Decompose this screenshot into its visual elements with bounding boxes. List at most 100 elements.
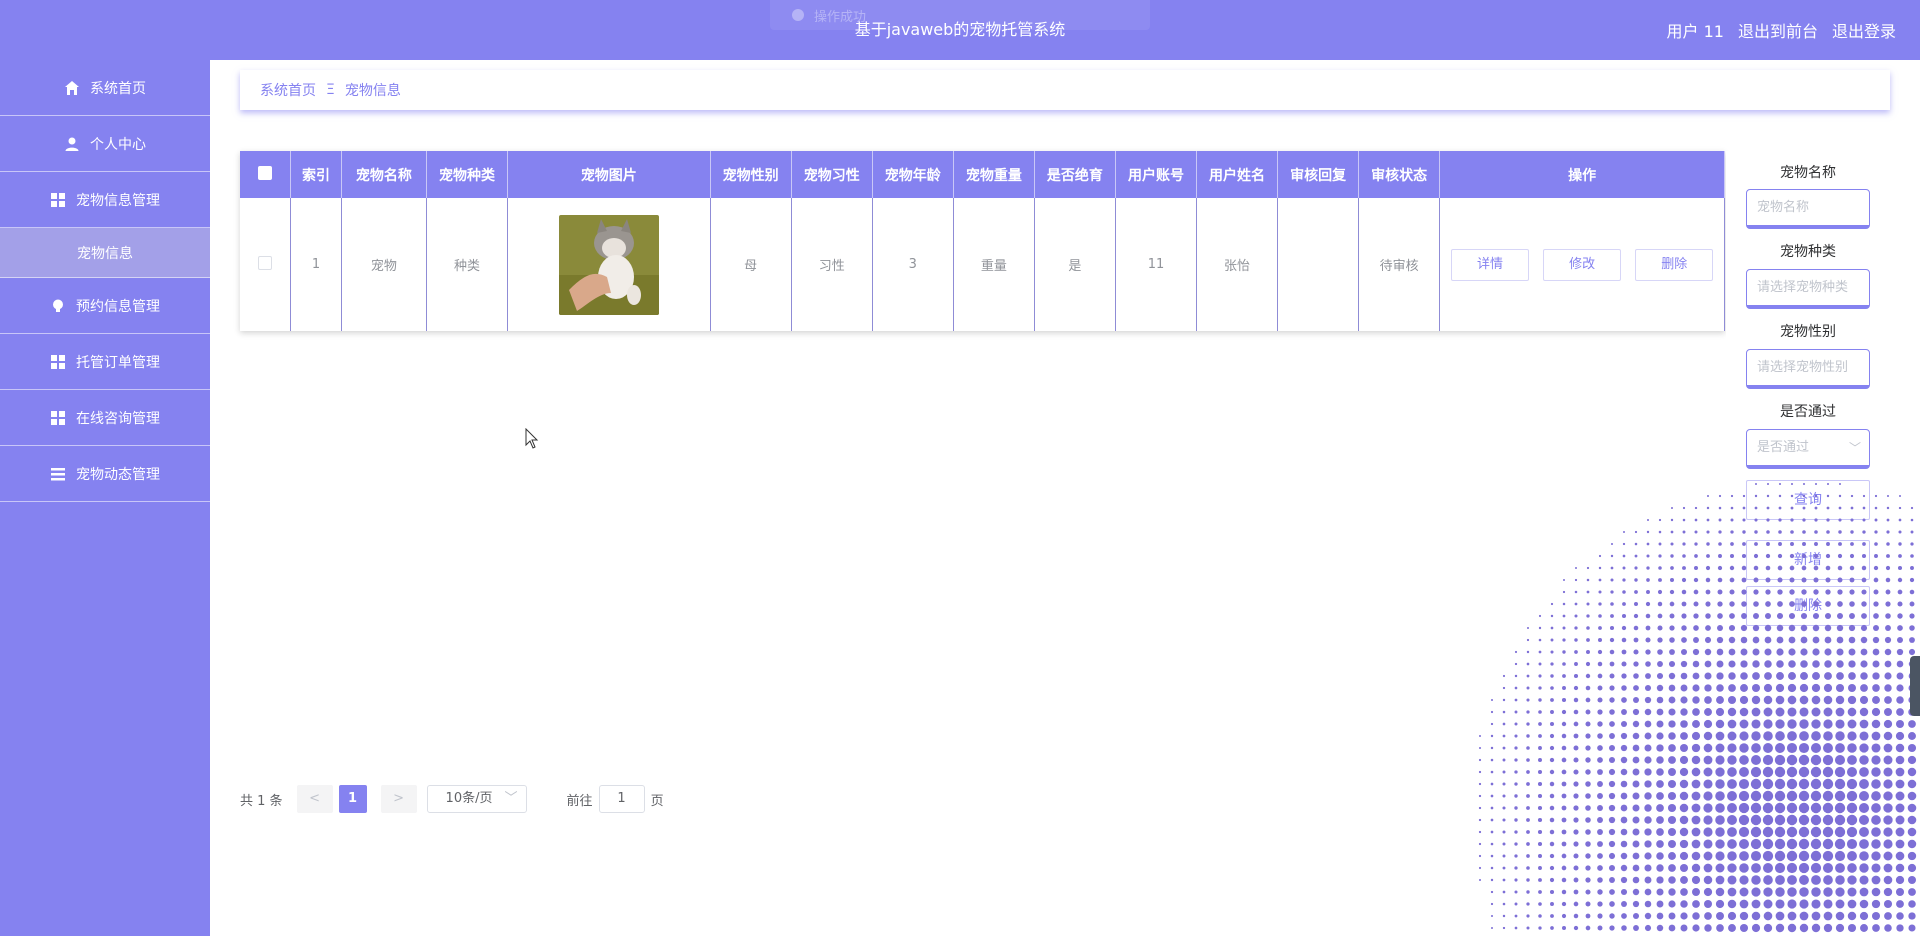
goto-prefix: 前往 <box>566 793 593 809</box>
decorative-dot <box>1573 757 1579 763</box>
sidebar-item-pet-info-mgmt[interactable]: 宠物信息管理 <box>0 172 210 228</box>
decorative-dot <box>1859 851 1869 861</box>
decorative-dot <box>1526 782 1530 786</box>
decorative-dot <box>1822 754 1834 766</box>
decorative-dot <box>1502 806 1506 810</box>
decorative-dot <box>1490 830 1494 834</box>
decorative-dot <box>1573 829 1579 835</box>
column-header: 宠物图片 <box>507 151 711 198</box>
decorative-dot <box>1692 924 1700 932</box>
breadcrumb-home-link[interactable]: 系统首页 <box>260 80 316 100</box>
prev-page-button[interactable]: < <box>296 785 333 813</box>
decorative-dot <box>1859 779 1869 789</box>
back-to-front-link[interactable]: 退出到前台 <box>1738 18 1818 42</box>
decorative-dot <box>1609 925 1615 931</box>
goto-page-input[interactable]: 1 <box>598 785 645 813</box>
decorative-dot <box>1597 913 1603 919</box>
decorative-dot <box>1883 767 1893 777</box>
decorative-dot <box>1514 890 1518 894</box>
decorative-dot <box>1586 638 1590 642</box>
pet-photo[interactable] <box>558 214 659 315</box>
pass-select[interactable]: 是否通过 ﹀ <box>1746 429 1870 469</box>
sidebar-item-booking-mgmt[interactable]: 预约信息管理 <box>0 278 210 334</box>
cell-gender: 母 <box>710 198 792 331</box>
decorative-dot <box>1561 745 1567 751</box>
decorative-dot <box>1632 708 1640 716</box>
next-page-button[interactable]: > <box>380 785 417 813</box>
decorative-dot <box>1847 887 1857 897</box>
decorative-dot <box>1883 887 1893 897</box>
decorative-dot <box>1634 566 1638 570</box>
decorative-dot <box>1846 814 1858 826</box>
cell-pet-kind: 种类 <box>426 198 508 331</box>
decorative-dot <box>1644 684 1652 692</box>
decorative-dot <box>1597 829 1603 835</box>
page-number-current[interactable]: 1 <box>338 785 367 813</box>
side-handle[interactable] <box>1910 656 1920 716</box>
decorative-dot <box>1786 838 1798 850</box>
pet-gender-select[interactable]: 请选择宠物性别 <box>1746 349 1870 389</box>
decorative-dot <box>1561 889 1567 895</box>
decorative-dot <box>1609 661 1615 667</box>
detail-button[interactable]: 详情 <box>1450 248 1529 281</box>
column-header: 宠物年龄 <box>872 151 954 198</box>
decorative-dot <box>1585 721 1591 727</box>
decorative-dot <box>1538 662 1542 666</box>
page-size-select[interactable]: 10条/页 ﹀ <box>426 785 527 813</box>
decorative-dot <box>1668 768 1676 776</box>
decorative-dot <box>1668 744 1676 752</box>
decorative-dot <box>1633 673 1639 679</box>
query-button[interactable]: 查询 <box>1746 480 1870 520</box>
decorative-dot <box>1682 566 1686 570</box>
decorative-dot <box>1574 638 1578 642</box>
delete-row-button[interactable]: 删除 <box>1635 248 1714 281</box>
decorative-dot <box>1478 734 1482 738</box>
decorative-dot <box>1822 850 1834 862</box>
decorative-dot <box>1562 650 1566 654</box>
decorative-dot <box>1644 864 1652 872</box>
decorative-dot <box>1586 578 1590 582</box>
decorative-dot <box>1562 926 1566 930</box>
decorative-dot <box>1811 875 1821 885</box>
cell-pet-image <box>507 198 711 331</box>
decorative-dot <box>1502 698 1506 702</box>
decorative-dot <box>1562 662 1566 666</box>
decorative-dot <box>1620 732 1628 740</box>
row-checkbox[interactable] <box>258 255 273 270</box>
edit-button[interactable]: 修改 <box>1543 248 1622 281</box>
decorative-dot <box>1668 876 1676 884</box>
decorative-dot <box>1694 530 1698 534</box>
sidebar-item-pet-news-mgmt[interactable]: 宠物动态管理 <box>0 446 210 502</box>
sidebar-item-consult-mgmt[interactable]: 在线咨询管理 <box>0 390 210 446</box>
decorative-dot <box>1502 710 1506 714</box>
sidebar-subitem-pet-info[interactable]: 宠物信息 <box>0 228 210 278</box>
pet-kind-select[interactable]: 请选择宠物种类 <box>1746 269 1870 309</box>
decorative-dot <box>1537 793 1543 799</box>
select-all-checkbox[interactable] <box>258 165 273 180</box>
decorative-dot <box>1561 901 1567 907</box>
pet-name-input[interactable]: 宠物名称 <box>1746 189 1870 229</box>
add-button[interactable]: 新增 <box>1746 540 1870 580</box>
logout-link[interactable]: 退出登录 <box>1832 18 1896 42</box>
decorative-dot <box>1657 625 1663 631</box>
decorative-dot <box>1692 660 1700 668</box>
decorative-dot <box>1657 589 1663 595</box>
decorative-dot <box>1847 875 1857 885</box>
decorative-dot <box>1668 684 1676 692</box>
decorative-dot <box>1715 815 1725 825</box>
decorative-dot <box>1514 830 1518 834</box>
decorative-dot <box>1585 733 1591 739</box>
decorative-dot <box>1823 923 1833 933</box>
decorative-dot <box>1656 768 1664 776</box>
decorative-dot <box>1822 802 1834 814</box>
decorative-dot <box>1909 613 1915 619</box>
sidebar-item-home[interactable]: 系统首页 <box>0 60 210 116</box>
sidebar-item-order-mgmt[interactable]: 托管订单管理 <box>0 334 210 390</box>
decorative-dot <box>1502 890 1506 894</box>
sidebar-item-profile[interactable]: 个人中心 <box>0 116 210 172</box>
decorative-dot <box>1490 890 1494 894</box>
batch-delete-button[interactable]: 删除 <box>1746 586 1870 626</box>
decorative-dot <box>1859 911 1869 921</box>
decorative-dot <box>1883 863 1893 873</box>
decorative-dot <box>1633 613 1639 619</box>
